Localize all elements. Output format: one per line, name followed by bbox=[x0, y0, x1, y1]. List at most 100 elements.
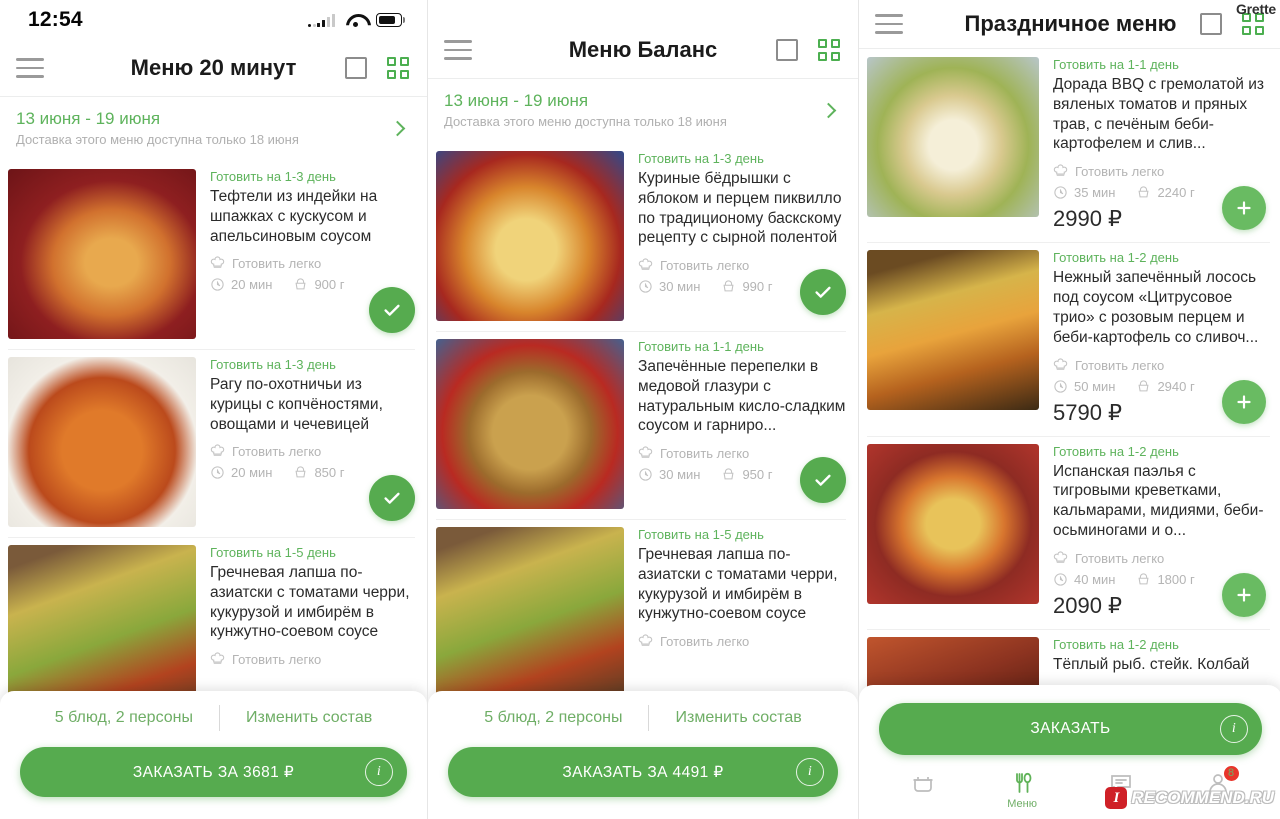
dish-image bbox=[8, 545, 196, 715]
add-dish-button[interactable] bbox=[1222, 186, 1266, 231]
chef-hat-icon bbox=[210, 652, 225, 665]
dish-image bbox=[436, 527, 624, 697]
check-icon bbox=[384, 304, 400, 316]
status-bar: 12:54 bbox=[0, 0, 427, 40]
change-composition-link[interactable]: Изменить состав bbox=[649, 709, 827, 727]
chevron-right-icon[interactable] bbox=[389, 120, 406, 136]
dish-cook-day: Готовить на 1-2 день bbox=[1053, 443, 1179, 459]
weight-icon bbox=[723, 468, 734, 480]
weight-icon bbox=[295, 278, 306, 290]
week-note: Доставка этого меню доступна только 18 и… bbox=[16, 132, 299, 147]
square-view-icon[interactable] bbox=[776, 39, 798, 61]
dish-cook-day: Готовить на 1-2 день bbox=[1053, 250, 1179, 266]
dish-title: Гречневая лапша по-азиатски с томатами ч… bbox=[638, 546, 838, 623]
chevron-right-icon[interactable] bbox=[820, 102, 837, 118]
dish-time: 50 мин bbox=[1074, 378, 1116, 394]
hamburger-icon[interactable] bbox=[875, 14, 903, 34]
info-icon[interactable]: i bbox=[796, 758, 824, 786]
plus-icon bbox=[1237, 201, 1251, 215]
grette-watermark: Grette bbox=[1235, 1, 1276, 17]
tab-badge: 8 bbox=[1223, 766, 1239, 781]
dish-card[interactable]: Готовить на 1-1 день Запечённые перепелк… bbox=[428, 331, 858, 519]
dish-difficulty: Готовить легко bbox=[660, 258, 750, 274]
pot-icon bbox=[913, 777, 933, 792]
dish-cook-day: Готовить на 1-3 день bbox=[638, 151, 764, 166]
dish-difficulty: Готовить легко bbox=[1075, 164, 1165, 180]
dish-cook-day: Готовить на 1-3 день bbox=[210, 169, 336, 184]
info-icon[interactable]: i bbox=[1220, 715, 1248, 743]
check-icon bbox=[384, 492, 400, 504]
add-dish-button[interactable] bbox=[1222, 379, 1266, 424]
fork-spoon-icon bbox=[1016, 772, 1032, 793]
recommend-watermark: I RECOMMEND.RU bbox=[1105, 787, 1274, 809]
grid-view-icon[interactable] bbox=[818, 39, 840, 61]
dish-card[interactable]: Готовить на 1-3 день Рагу по-охотничьи и… bbox=[0, 349, 427, 537]
panel-menu-20-minut: 12:54 Меню 20 минут 13 июня - 19 июня До… bbox=[0, 0, 427, 819]
signal-icon bbox=[308, 13, 335, 27]
dish-card[interactable]: Готовить на 1-5 день Гречневая лапша по-… bbox=[428, 519, 858, 707]
dish-image bbox=[8, 169, 196, 339]
dish-weight: 850 г bbox=[314, 465, 345, 481]
dish-time: 30 мин bbox=[659, 279, 701, 295]
dish-time: 30 мин bbox=[659, 467, 701, 483]
dish-title: Нежный запечённый лосось под соусом «Цит… bbox=[1053, 269, 1259, 346]
dish-selected-check-button[interactable] bbox=[369, 475, 415, 521]
clock-icon bbox=[211, 466, 224, 480]
add-dish-button[interactable] bbox=[1222, 572, 1266, 617]
order-button[interactable]: ЗАКАЗАТЬ ЗА 3681 ₽ i bbox=[20, 747, 407, 797]
clock-icon bbox=[1054, 573, 1067, 586]
dish-card[interactable]: Готовить на 1-2 день Испанская паэлья с … bbox=[859, 435, 1280, 629]
dish-weight: 2240 г bbox=[1157, 185, 1195, 201]
weight-icon bbox=[1138, 186, 1149, 198]
recommend-logo: I bbox=[1105, 787, 1128, 809]
week-selector[interactable]: 13 июня - 19 июня Доставка этого меню до… bbox=[428, 79, 858, 143]
dish-title: Запечённые перепелки в медовой глазури с… bbox=[638, 358, 846, 435]
dish-card[interactable]: Готовить на 1-3 день Куриные бёдрышки с … bbox=[428, 143, 858, 331]
tab-menu[interactable]: Меню bbox=[1007, 771, 1037, 810]
dish-cook-day: Готовить на 1-2 день bbox=[1053, 636, 1179, 652]
plus-icon bbox=[1237, 588, 1251, 602]
portions-summary: 5 блюд, 2 персоны bbox=[54, 709, 193, 726]
chef-hat-icon bbox=[638, 258, 653, 271]
plus-icon bbox=[1237, 395, 1251, 409]
dish-weight: 2940 г bbox=[1157, 378, 1195, 394]
change-composition-link[interactable]: Изменить состав bbox=[220, 709, 398, 727]
hamburger-icon[interactable] bbox=[444, 40, 472, 60]
dish-selected-check-button[interactable] bbox=[800, 269, 846, 315]
info-icon[interactable]: i bbox=[365, 758, 393, 786]
clock-icon bbox=[1054, 379, 1067, 393]
dish-list: Готовить на 1-1 день Дорада BBQ с гремол… bbox=[859, 49, 1280, 707]
dish-list: Готовить на 1-3 день Куриные бёдрышки с … bbox=[428, 143, 858, 707]
dish-selected-check-button[interactable] bbox=[369, 287, 415, 333]
dish-title: Гречневая лапша по-азиатски с томатами ч… bbox=[210, 564, 410, 641]
panel-prazdnichnoe-menu: Праздничное меню Готовить на 1-1 день До… bbox=[859, 0, 1280, 819]
dish-difficulty: Готовить легко bbox=[232, 256, 322, 272]
chef-hat-icon bbox=[1053, 164, 1068, 177]
dish-meta: Готовить легко bbox=[210, 652, 415, 667]
dish-card[interactable]: Готовить на 1-2 день Нежный запечённый л… bbox=[859, 242, 1280, 435]
square-view-icon[interactable] bbox=[345, 57, 367, 79]
dish-card[interactable]: Готовить на 1-1 день Дорада BBQ с гремол… bbox=[859, 49, 1280, 242]
chef-hat-icon bbox=[210, 256, 225, 269]
chef-hat-icon bbox=[638, 446, 653, 459]
dish-difficulty: Готовить легко bbox=[1075, 550, 1165, 566]
week-range: 13 июня - 19 июня bbox=[16, 109, 161, 128]
week-selector[interactable]: 13 июня - 19 июня Доставка этого меню до… bbox=[0, 97, 427, 161]
square-view-icon[interactable] bbox=[1200, 13, 1222, 35]
recommend-text: RECOMMEND.RU bbox=[1131, 788, 1274, 807]
app-screenshot: 12:54 Меню 20 минут 13 июня - 19 июня До… bbox=[0, 0, 1280, 819]
tab-recipes[interactable] bbox=[910, 771, 936, 798]
portions-summary: 5 блюд, 2 персоны bbox=[484, 709, 623, 726]
dish-cook-day: Готовить на 1-1 день bbox=[1053, 57, 1179, 72]
order-button[interactable]: ЗАКАЗАТЬ ЗА 4491 ₽ i bbox=[448, 747, 838, 797]
chef-hat-icon bbox=[210, 444, 225, 457]
weight-icon bbox=[1138, 573, 1149, 585]
dish-image bbox=[436, 339, 624, 509]
order-button[interactable]: ЗАКАЗАТЬ i bbox=[879, 703, 1262, 755]
dish-title: Тёплый рыб. стейк. Колбай bbox=[1053, 655, 1250, 673]
dish-card[interactable]: Готовить на 1-3 день Тефтели из индейки … bbox=[0, 161, 427, 349]
hamburger-icon[interactable] bbox=[16, 58, 44, 78]
grid-view-icon[interactable] bbox=[387, 57, 409, 79]
dish-selected-check-button[interactable] bbox=[800, 457, 846, 503]
dish-title: Куриные бёдрышки с яблоком и перцем пикв… bbox=[638, 170, 842, 247]
